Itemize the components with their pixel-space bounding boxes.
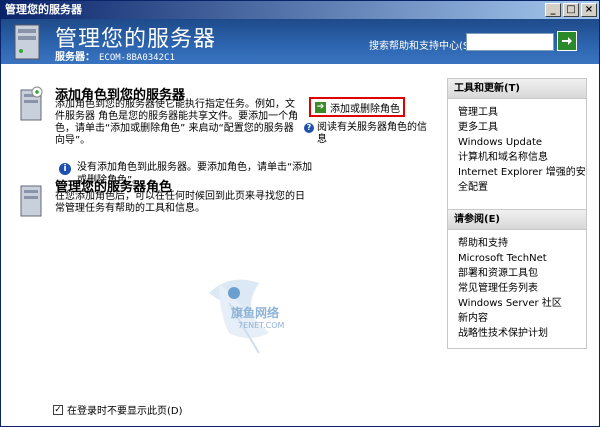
help-icon: ? <box>304 123 314 133</box>
tools-list: 管理工具 更多工具 Windows Update 计算机和域名称信息 Inter… <box>448 99 586 199</box>
no-role-info-text: 没有添加角色到此服务器。要添加角色，请单击“添加或删除角色”。 <box>77 162 313 186</box>
add-role-icon <box>20 86 43 121</box>
see-also-list: 帮助和支持 Microsoft TechNet 部署和资源工具包 常见管理任务列… <box>448 230 586 345</box>
manage-role-icon <box>20 185 42 217</box>
tools-item[interactable]: 管理工具 <box>458 105 586 120</box>
tools-item[interactable]: 计算机和域名称信息 <box>458 150 586 165</box>
see-also-item[interactable]: 部署和资源工具包 <box>458 266 586 281</box>
minimize-button[interactable]: _ <box>545 3 561 17</box>
search-go-button[interactable] <box>557 31 577 51</box>
tools-item[interactable]: 更多工具 <box>458 120 586 135</box>
see-also-item[interactable]: 常见管理任务列表 <box>458 281 586 296</box>
see-also-item[interactable]: 战略性技术保护计划 <box>458 326 586 341</box>
dont-show-checkbox-row[interactable]: ✓ 在登录时不要显示此页(D) <box>53 402 183 417</box>
tools-panel: 工具和更新(T) 管理工具 更多工具 Windows Update 计算机和域名… <box>447 78 587 212</box>
server-icon <box>14 24 40 60</box>
search-label: 搜索帮助和支持中心(S) <box>369 41 474 52</box>
see-also-item[interactable]: Microsoft TechNet <box>458 251 586 266</box>
no-role-info-row: i 没有添加角色到此服务器。要添加角色，请单击“添加或删除角色”。 <box>59 161 319 187</box>
dont-show-checkbox[interactable]: ✓ <box>53 404 63 415</box>
watermark-text: 旗鱼网络 <box>231 306 280 320</box>
window-title: 管理您的服务器 <box>5 3 82 16</box>
window: 管理您的服务器 _ □ × 管理您的服务器 服务器： ECOM-8BA0342C1… <box>0 0 600 427</box>
see-also-panel-title: 请参阅(E) <box>448 210 586 230</box>
add-remove-role-button[interactable]: ➔ 添加或删除角色 <box>309 97 405 117</box>
dont-show-label: 在登录时不要显示此页(D) <box>67 406 183 417</box>
maximize-button[interactable]: □ <box>563 3 579 17</box>
window-controls: _ □ × <box>545 3 597 17</box>
server-info: 服务器： ECOM-8BA0342C1 <box>55 48 175 63</box>
manage-role-description: 在您添加角色后，可以在任何时候回到此页来寻找您的日常管理任务有帮助的工具和信息。 <box>55 191 305 214</box>
add-remove-role-label: 添加或删除角色 <box>330 103 400 115</box>
search-input[interactable] <box>466 33 554 51</box>
watermark-subtext: 7ENET.COM <box>238 321 285 330</box>
title-bar: 管理您的服务器 _ □ × <box>1 1 599 19</box>
see-also-item[interactable]: 新内容 <box>458 311 586 326</box>
role-info-link[interactable]: ? 阅读有关服务器角色的信息 <box>304 122 435 146</box>
arrow-right-icon: ➔ <box>315 101 326 113</box>
see-also-item[interactable]: Windows Server 社区 <box>458 296 586 311</box>
arrow-right-icon <box>562 37 572 45</box>
close-button[interactable]: × <box>581 3 597 17</box>
header-band: 管理您的服务器 服务器： ECOM-8BA0342C1 搜索帮助和支持中心(S) <box>1 19 599 64</box>
see-also-panel: 请参阅(E) 帮助和支持 Microsoft TechNet 部署和资源工具包 … <box>447 209 587 349</box>
add-role-description: 添加角色到您的服务器使它能执行指定任务。例如，文件服务器 角色是您的服务器能共享… <box>55 99 299 146</box>
tools-item[interactable]: Windows Update <box>458 135 586 150</box>
role-info-label: 阅读有关服务器角色的信息 <box>317 122 427 145</box>
tools-item[interactable]: Internet Explorer 增强的安全配置 <box>458 165 586 195</box>
server-name: ECOM-8BA0342C1 <box>99 53 175 63</box>
server-label: 服务器： <box>55 52 95 63</box>
info-icon: i <box>59 163 71 175</box>
see-also-item[interactable]: 帮助和支持 <box>458 236 586 251</box>
tools-panel-title: 工具和更新(T) <box>448 79 586 99</box>
